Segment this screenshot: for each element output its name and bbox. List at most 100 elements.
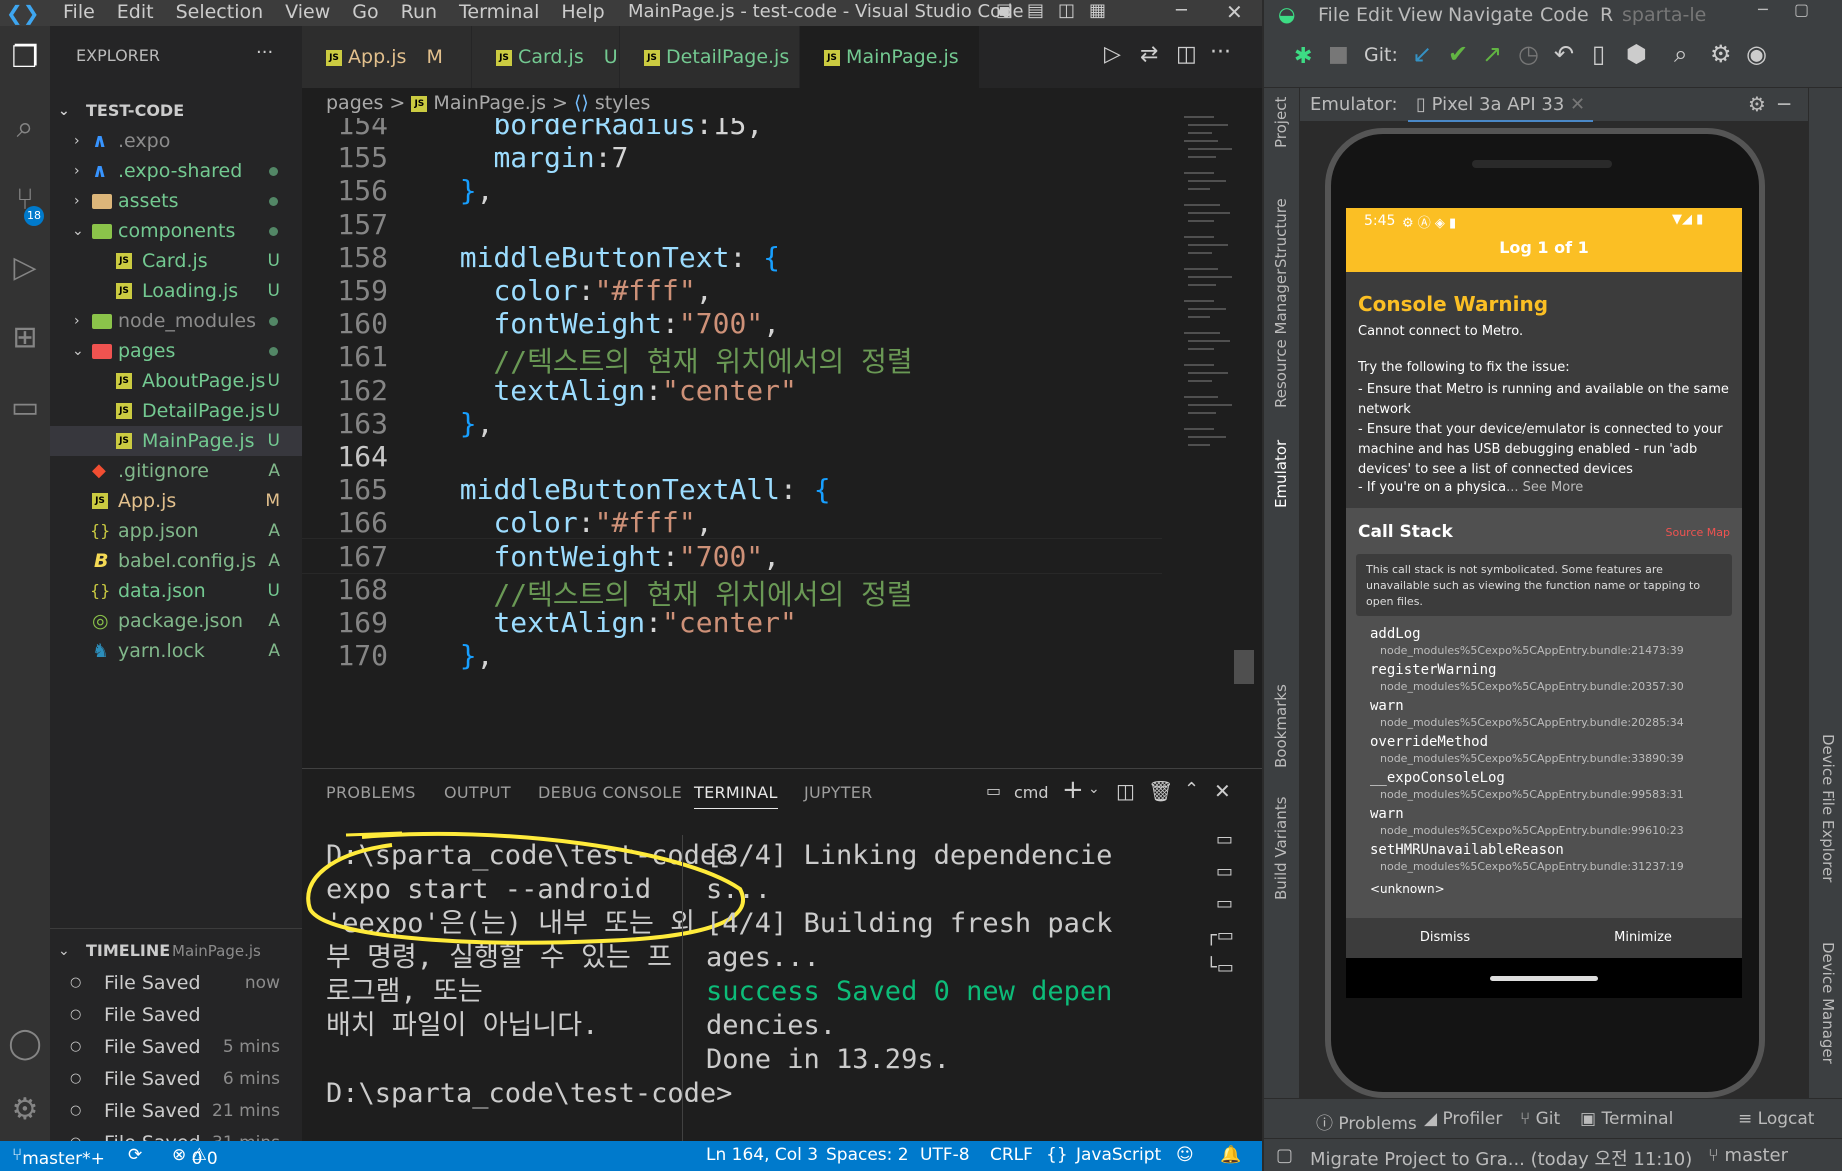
tab-card-js[interactable]: JS Card.js U bbox=[472, 26, 620, 88]
as-status-message[interactable]: Migrate Project to Gra... (today 오전 11:1… bbox=[1310, 1145, 1692, 1171]
tree-file-datajson[interactable]: {} data.json U bbox=[50, 576, 302, 606]
maximize-panel-icon[interactable]: ⌃ bbox=[1184, 779, 1199, 800]
workspace-root[interactable]: ⌄ TEST-CODE bbox=[50, 96, 302, 126]
encoding-status[interactable]: UTF-8 bbox=[920, 1145, 970, 1165]
terminal-dropdown-icon[interactable]: ⌄ bbox=[1088, 781, 1100, 797]
breadcrumb-symbol[interactable]: styles bbox=[595, 92, 650, 114]
terminal-instance-icon[interactable]: └▭ bbox=[1206, 957, 1234, 978]
tree-folder-node-modules[interactable]: › node_modules bbox=[50, 306, 302, 336]
tree-folder-pages[interactable]: ⌄ pages bbox=[50, 336, 302, 366]
tree-folder-assets[interactable]: › assets bbox=[50, 186, 302, 216]
stop-icon[interactable]: ■ bbox=[1328, 42, 1349, 67]
emulator-device-tab[interactable]: ▯ Pixel 3a API 33 ✕ bbox=[1408, 88, 1594, 122]
tool-emulator[interactable]: Emulator bbox=[1272, 440, 1290, 508]
panel-tab-debug-console[interactable]: DEBUG CONSOLE bbox=[538, 783, 682, 802]
tool-build-variants[interactable]: Build Variants bbox=[1272, 797, 1290, 900]
accounts-icon[interactable]: ◯ bbox=[7, 1026, 43, 1062]
search-icon[interactable]: ⌕ bbox=[7, 110, 43, 146]
as-menu-edit[interactable]: Edit bbox=[1356, 4, 1393, 26]
menu-terminal[interactable]: Terminal bbox=[448, 0, 550, 26]
git-history-icon[interactable]: ◷ bbox=[1518, 40, 1539, 68]
panel-tab-terminal[interactable]: TERMINAL bbox=[694, 783, 778, 809]
editor-scrollbar-thumb[interactable] bbox=[1234, 650, 1254, 684]
git-update-icon[interactable]: ↙ bbox=[1412, 40, 1432, 68]
dismiss-button[interactable]: Dismiss bbox=[1346, 918, 1544, 958]
timeline-item[interactable]: ○ File Saved 31 mins bbox=[50, 1128, 302, 1141]
close-window-icon[interactable]: ✕ bbox=[1226, 0, 1243, 24]
tool-terminal[interactable]: ▣ Terminal bbox=[1580, 1109, 1673, 1129]
tree-file-card[interactable]: JS Card.js U bbox=[50, 246, 302, 276]
tab-detailpage-js[interactable]: JS DetailPage.js U bbox=[620, 26, 800, 130]
minimize-icon[interactable]: ─ bbox=[1758, 0, 1768, 19]
tree-file-appjson[interactable]: {} app.json A bbox=[50, 516, 302, 546]
run-debug-icon[interactable]: ▷ bbox=[7, 250, 43, 286]
emulator-settings-gear-icon[interactable]: ⚙ bbox=[1748, 92, 1766, 116]
close-tab-icon[interactable]: ✕ bbox=[1570, 94, 1585, 115]
tool-structure[interactable]: Structure bbox=[1272, 198, 1290, 268]
tool-git[interactable]: ⑂ Git bbox=[1520, 1109, 1560, 1129]
tool-resource-manager[interactable]: Resource Manager bbox=[1272, 269, 1290, 408]
as-branch[interactable]: ⑂ master bbox=[1708, 1145, 1788, 1166]
branch-status[interactable]: ⑂ master*+ bbox=[12, 1145, 105, 1169]
phone-screen[interactable]: 5:45 ⚙ Ⓐ ◈ ▮ ▼◢ ▮ Log 1 of 1 Console War… bbox=[1346, 208, 1742, 998]
home-gesture-bar[interactable] bbox=[1490, 976, 1598, 981]
maximize-icon[interactable]: ▢ bbox=[1794, 0, 1809, 19]
eol-status[interactable]: CRLF bbox=[990, 1145, 1033, 1165]
settings-gear-icon[interactable]: ⚙ bbox=[1710, 40, 1732, 68]
remote-explorer-icon[interactable]: ▭ bbox=[7, 390, 43, 426]
tree-file-yarnlock[interactable]: ♞ yarn.lock A bbox=[50, 636, 302, 666]
see-more-link[interactable]: ... See More bbox=[1506, 480, 1583, 495]
menu-file[interactable]: File bbox=[52, 0, 106, 26]
breadcrumb-file[interactable]: MainPage.js bbox=[433, 92, 546, 114]
tool-problems[interactable]: ⓘ Problems bbox=[1316, 1109, 1417, 1134]
stack-frame-fn[interactable]: warn bbox=[1370, 806, 1404, 822]
editor-more-icon[interactable]: ··· bbox=[1210, 40, 1231, 65]
as-menu-file[interactable]: File bbox=[1318, 4, 1350, 26]
kill-terminal-icon[interactable]: 🗑 bbox=[1148, 779, 1173, 803]
tool-bookmarks[interactable]: Bookmarks bbox=[1272, 684, 1290, 768]
status-square-icon[interactable]: ▢ bbox=[1276, 1145, 1293, 1166]
tree-file-detailpage[interactable]: JS DetailPage.js U bbox=[50, 396, 302, 426]
minimap[interactable] bbox=[1180, 112, 1240, 532]
explorer-more-icon[interactable]: ··· bbox=[256, 42, 273, 63]
git-commit-icon[interactable]: ✔ bbox=[1448, 40, 1468, 68]
breadcrumb-folder[interactable]: pages bbox=[326, 92, 383, 114]
account-icon[interactable]: ◉ bbox=[1746, 40, 1767, 68]
stack-frame-fn[interactable]: setHMRUnavailableReason bbox=[1370, 842, 1564, 858]
split-editor-icon[interactable]: ◫ bbox=[1176, 42, 1197, 67]
layout-toggle-icons[interactable]: ▣▤◫▦ bbox=[996, 0, 1120, 21]
timeline-item[interactable]: ○ File Saved 6 mins bbox=[50, 1064, 302, 1094]
language-mode[interactable]: JavaScript bbox=[1076, 1145, 1161, 1165]
menu-help[interactable]: Help bbox=[550, 0, 615, 26]
extensions-icon[interactable]: ⊞ bbox=[7, 320, 43, 356]
stack-frame-fn[interactable]: <unknown> bbox=[1370, 882, 1445, 896]
menu-go[interactable]: Go bbox=[341, 0, 389, 26]
tool-logcat[interactable]: ≡ Logcat bbox=[1738, 1109, 1814, 1129]
tree-file-babel[interactable]: B babel.config.js A bbox=[50, 546, 302, 576]
new-terminal-icon[interactable]: + bbox=[1062, 775, 1084, 805]
terminal-right[interactable]: [3/4] Linking dependencie s... [4/4] Bui… bbox=[682, 839, 1162, 1142]
panel-tab-output[interactable]: OUTPUT bbox=[444, 783, 511, 802]
tool-device-manager[interactable]: Device Manager bbox=[1819, 942, 1837, 1064]
terminal-shell-name[interactable]: cmd bbox=[1014, 783, 1049, 802]
run-file-icon[interactable]: ▷ bbox=[1104, 42, 1121, 67]
explorer-icon[interactable]: ❐ bbox=[7, 40, 43, 76]
tab-app-js[interactable]: JS App.js M bbox=[302, 26, 472, 88]
menu-view[interactable]: View bbox=[274, 0, 341, 26]
terminal-instance-icon[interactable]: ▭ bbox=[1216, 829, 1233, 850]
tree-folder-components[interactable]: ⌄ components bbox=[50, 216, 302, 246]
timeline-item[interactable]: ○ File Saved 5 mins bbox=[50, 1032, 302, 1062]
tool-profiler[interactable]: ◢ Profiler bbox=[1424, 1109, 1502, 1129]
minimize-button[interactable]: Minimize bbox=[1544, 918, 1742, 958]
open-changes-icon[interactable]: ⇄ bbox=[1140, 42, 1158, 67]
code-editor[interactable]: 154 borderRadius:15, 155 margin:7 156 }, 15… bbox=[302, 118, 1262, 768]
tree-folder-expo-shared[interactable]: › ∧ .expo-shared bbox=[50, 156, 302, 186]
terminal-instance-icon[interactable]: ▭ bbox=[1216, 861, 1233, 882]
timeline-header[interactable]: ⌄ TIMELINE MainPage.js bbox=[50, 936, 302, 966]
tree-file-aboutpage[interactable]: JS AboutPage.js U bbox=[50, 366, 302, 396]
git-push-icon[interactable]: ↗ bbox=[1482, 40, 1502, 68]
split-terminal-icon[interactable]: ◫ bbox=[1116, 779, 1135, 803]
terminal-instance-icon[interactable]: ▭ bbox=[1216, 893, 1233, 914]
tree-file-loading[interactable]: JS Loading.js U bbox=[50, 276, 302, 306]
device-manager-icon[interactable]: ▯ bbox=[1592, 40, 1605, 68]
